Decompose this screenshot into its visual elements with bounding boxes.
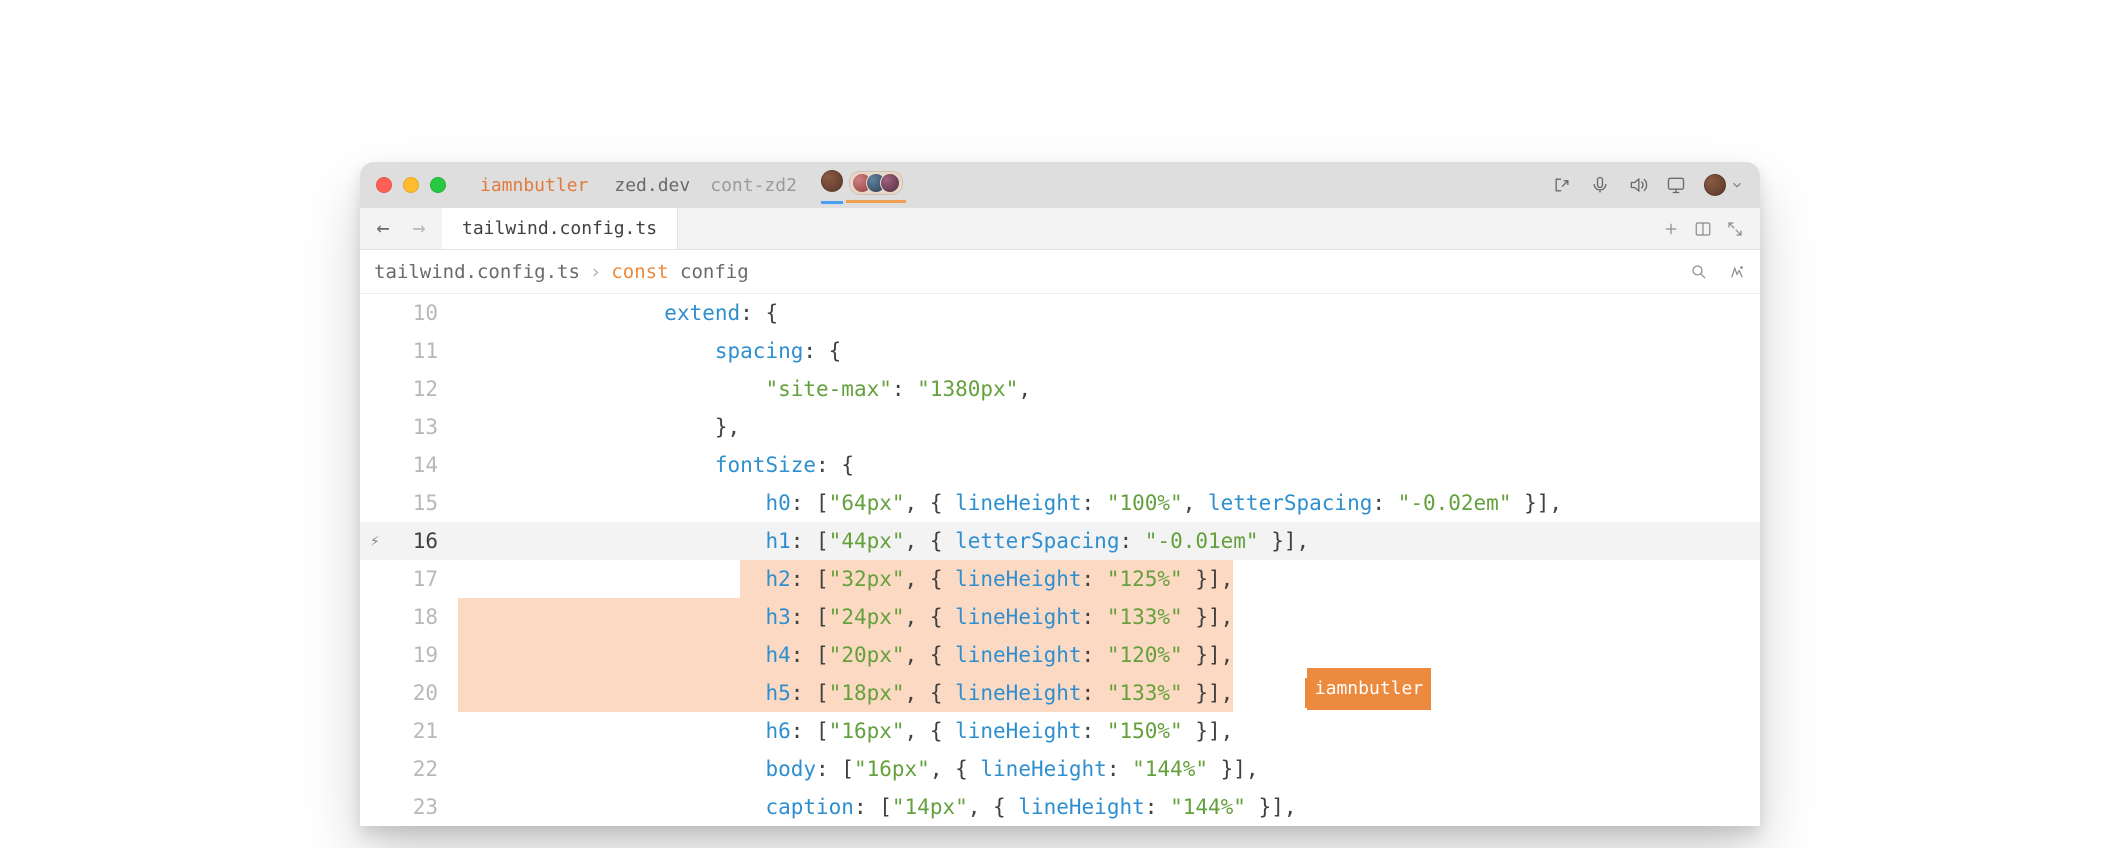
code-content[interactable]: caption: ["14px", { lineHeight: "144%" }… [458, 788, 1760, 826]
tab-bar: ← → tailwind.config.ts [360, 208, 1760, 250]
code-content[interactable]: extend: { [458, 294, 1760, 332]
code-content[interactable]: spacing: { [458, 332, 1760, 370]
titlebar: iamnbutler zed.dev cont-zd2 [360, 162, 1760, 208]
avatar-icon [1704, 174, 1726, 196]
breadcrumb-separator: › [590, 261, 601, 283]
breadcrumb-file[interactable]: tailwind.config.ts [374, 261, 580, 283]
nav-forward-button[interactable]: → [404, 214, 434, 244]
line-number[interactable]: 15 [360, 484, 452, 522]
assistant-icon[interactable] [1728, 263, 1746, 281]
code-content[interactable]: h6: ["16px", { lineHeight: "150%" }], [458, 712, 1760, 750]
code-line[interactable]: 15 h0: ["64px", { lineHeight: "100%", le… [360, 484, 1760, 522]
breadcrumb: tailwind.config.ts › const config [360, 250, 1760, 294]
speaker-icon[interactable] [1628, 175, 1648, 195]
file-tab-label: tailwind.config.ts [462, 218, 657, 239]
line-number[interactable]: 22 [360, 750, 452, 788]
code-line[interactable]: 19 h4: ["20px", { lineHeight: "120%" }], [360, 636, 1760, 674]
line-number[interactable]: 12 [360, 370, 452, 408]
titlebar-branch[interactable]: cont-zd2 [710, 175, 797, 196]
microphone-icon[interactable] [1590, 175, 1610, 195]
window-controls [376, 177, 446, 193]
code-content[interactable]: h0: ["64px", { lineHeight: "100%", lette… [458, 484, 1760, 522]
editor-window: iamnbutler zed.dev cont-zd2 [360, 162, 1760, 826]
code-line[interactable]: 17 h2: ["32px", { lineHeight: "125%" }], [360, 560, 1760, 598]
code-line[interactable]: 11 spacing: { [360, 332, 1760, 370]
code-line[interactable]: 21 h6: ["16px", { lineHeight: "150%" }], [360, 712, 1760, 750]
close-window-button[interactable] [376, 177, 392, 193]
line-number[interactable]: 10 [360, 294, 452, 332]
code-content[interactable]: h2: ["32px", { lineHeight: "125%" }], [458, 560, 1760, 598]
line-number[interactable]: 23 [360, 788, 452, 826]
code-content[interactable]: h4: ["20px", { lineHeight: "120%" }], [458, 636, 1760, 674]
avatar-icon [880, 173, 900, 193]
code-line[interactable]: 12 "site-max": "1380px", [360, 370, 1760, 408]
file-tab[interactable]: tailwind.config.ts [442, 208, 678, 249]
line-number[interactable]: 21 [360, 712, 452, 750]
line-number[interactable]: 18 [360, 598, 452, 636]
tab-bar-actions [1646, 208, 1760, 249]
split-pane-icon[interactable] [1694, 220, 1712, 238]
new-tab-icon[interactable] [1662, 220, 1680, 238]
line-number[interactable]: ⚡16 [360, 522, 452, 560]
code-editor[interactable]: 10 extend: {11 spacing: {12 "site-max": … [360, 294, 1760, 826]
titlebar-actions [1552, 174, 1744, 196]
leave-call-icon[interactable] [1552, 175, 1572, 195]
line-number[interactable]: 13 [360, 408, 452, 446]
line-number[interactable]: 17 [360, 560, 452, 598]
code-content[interactable]: h3: ["24px", { lineHeight: "133%" }], [458, 598, 1760, 636]
code-content[interactable]: }, [458, 408, 1760, 446]
search-icon[interactable] [1690, 263, 1708, 281]
titlebar-project[interactable]: zed.dev [614, 175, 690, 196]
current-user-menu[interactable] [1704, 174, 1744, 196]
code-line[interactable]: ⚡16 h1: ["44px", { letterSpacing: "-0.01… [360, 522, 1760, 560]
remote-cursor-label: iamnbutler [1307, 668, 1431, 710]
line-number[interactable]: 11 [360, 332, 452, 370]
breadcrumb-symbol[interactable]: const config [611, 261, 748, 283]
collaborator-1[interactable] [821, 170, 843, 200]
collaborator-avatars [821, 170, 903, 200]
nav-arrows: ← → [360, 208, 442, 249]
maximize-icon[interactable] [1726, 220, 1744, 238]
code-content[interactable]: fontSize: { [458, 446, 1760, 484]
titlebar-user[interactable]: iamnbutler [480, 175, 588, 196]
code-line[interactable]: 20 h5: ["18px", { lineHeight: "133%" }],… [360, 674, 1760, 712]
code-line[interactable]: 14 fontSize: { [360, 446, 1760, 484]
screen-share-icon[interactable] [1666, 175, 1686, 195]
nav-back-button[interactable]: ← [368, 214, 398, 244]
collaborator-group[interactable] [849, 171, 903, 199]
code-line[interactable]: 13 }, [360, 408, 1760, 446]
code-content[interactable]: h5: ["18px", { lineHeight: "133%" }],iam… [458, 674, 1760, 712]
code-content[interactable]: "site-max": "1380px", [458, 370, 1760, 408]
code-line[interactable]: 22 body: ["16px", { lineHeight: "144%" }… [360, 750, 1760, 788]
chevron-down-icon [1730, 178, 1744, 192]
code-line[interactable]: 23 caption: ["14px", { lineHeight: "144%… [360, 788, 1760, 826]
line-number[interactable]: 19 [360, 636, 452, 674]
code-line[interactable]: 10 extend: { [360, 294, 1760, 332]
minimize-window-button[interactable] [403, 177, 419, 193]
code-action-icon[interactable]: ⚡ [370, 522, 380, 560]
code-content[interactable]: body: ["16px", { lineHeight: "144%" }], [458, 750, 1760, 788]
zoom-window-button[interactable] [430, 177, 446, 193]
line-number[interactable]: 20 [360, 674, 452, 712]
line-number[interactable]: 14 [360, 446, 452, 484]
avatar-icon [821, 170, 843, 192]
code-content[interactable]: h1: ["44px", { letterSpacing: "-0.01em" … [458, 522, 1760, 560]
code-line[interactable]: 18 h3: ["24px", { lineHeight: "133%" }], [360, 598, 1760, 636]
